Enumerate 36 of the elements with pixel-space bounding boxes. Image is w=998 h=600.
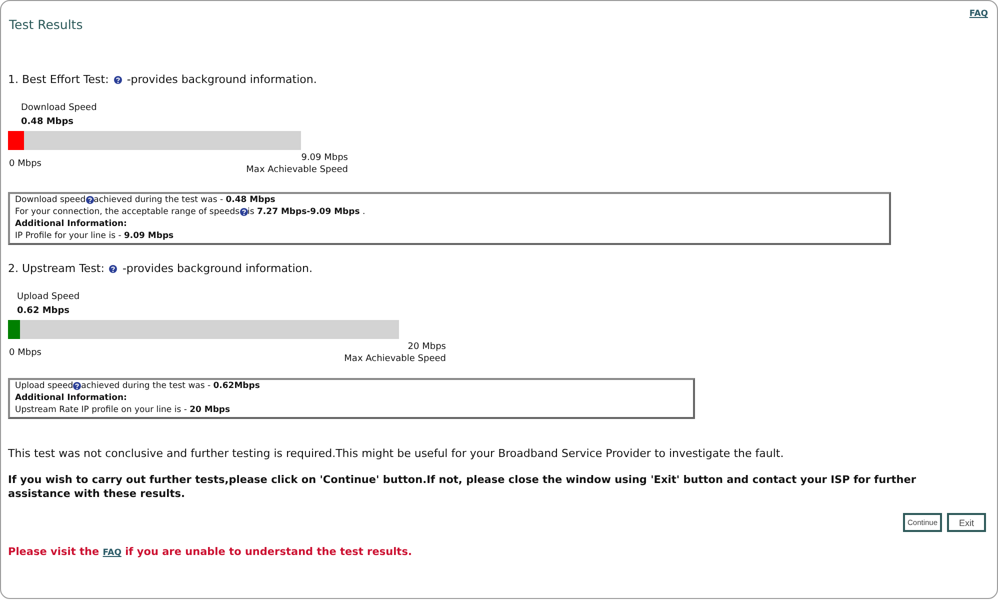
instruction-text: If you wish to carry out further tests,please click on 'Continue' button.If not, please close the window using 'Exit' button and contact your ISP for further assistance with these results. — [8, 473, 918, 501]
help-icon[interactable] — [86, 196, 94, 204]
scale-max-label: 9.09 Mbps — [301, 152, 348, 164]
help-icon[interactable] — [73, 382, 82, 390]
detail-text: Upload speed — [15, 380, 74, 392]
detail-heading: Additional Information: — [15, 392, 127, 404]
scale-min-label: 0 Mbps — [9, 347, 42, 359]
section-title: 2. Upstream Test: — [8, 262, 104, 276]
meter-reading: 0.48 Mbps — [21, 117, 74, 127]
faq-link[interactable]: FAQ — [969, 9, 988, 20]
detail-text: IP Profile for your line is - 9.09 Mbps — [15, 230, 174, 242]
section-title: 1. Best Effort Test: — [8, 73, 109, 87]
page-title: Test Results — [9, 17, 83, 33]
meter-label: Download Speed — [21, 103, 97, 113]
meter-label: Upload Speed — [17, 292, 80, 302]
detail-text: achieved during the test was - 0.48 Mbps — [94, 194, 276, 206]
scale-max-caption: Max Achievable Speed — [246, 164, 348, 176]
help-icon[interactable] — [240, 208, 248, 216]
exit-button[interactable]: Exit — [947, 513, 986, 532]
help-icon[interactable] — [114, 76, 122, 84]
help-icon[interactable] — [109, 265, 118, 273]
detail-heading: Additional Information: — [15, 218, 127, 230]
detail-text: Upstream Rate IP profile on your line is - 20 Mbps — [15, 404, 230, 416]
section-description: -provides background information. — [126, 73, 317, 87]
scale-max-label: 20 Mbps — [408, 341, 446, 353]
detail-text: For your connection, the acceptable range of speeds — [15, 206, 240, 218]
detail-text: Download speed — [15, 194, 86, 206]
section-description: -provides background information. — [122, 262, 312, 276]
faq-link[interactable]: FAQ — [102, 548, 122, 558]
scale-max-caption: Max Achievable Speed — [344, 353, 446, 365]
detail-text: is 7.27 Mbps-9.09 Mbps . — [248, 206, 366, 218]
detail-text: achieved during the test was - 0.62Mbps — [81, 380, 260, 392]
faq-notice: Please visit the FAQ if you are unable to understand the test results. — [8, 545, 413, 560]
meter-reading: 0.62 Mbps — [17, 306, 70, 316]
scale-min-label: 0 Mbps — [9, 158, 42, 170]
result-note: This test was not conclusive and further testing is required.This might be useful for your Broadband Service Provider to investigate the fault. — [8, 447, 785, 461]
